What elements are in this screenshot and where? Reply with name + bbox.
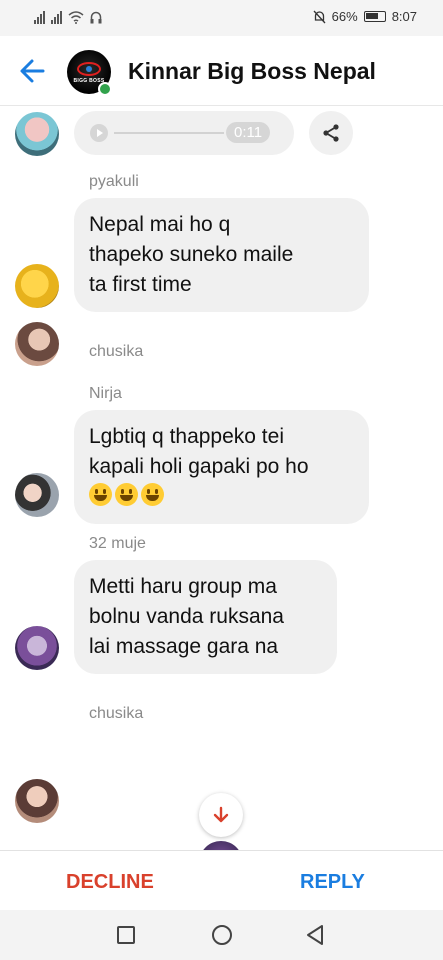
grinning-face-icon	[141, 483, 164, 506]
conversation-title[interactable]: Kinnar Big Boss Nepal	[128, 58, 376, 85]
message-bubble[interactable]: Nepal mai ho q thapeko suneko maile ta f…	[74, 198, 369, 312]
wifi-icon	[68, 11, 84, 24]
grinning-face-icon	[115, 483, 138, 506]
message-list[interactable]: 0:11 pyakuli Nepal mai ho q thapeko sune…	[0, 107, 443, 850]
typing-avatar	[199, 841, 243, 850]
back-triangle-icon[interactable]	[305, 924, 325, 946]
sender-avatar[interactable]	[15, 322, 59, 366]
conversation-header: BIGG BOSS Kinnar Big Boss Nepal	[0, 36, 443, 106]
scroll-to-bottom-button[interactable]	[199, 793, 243, 837]
sender-name: chusika	[89, 343, 144, 360]
message-bubble[interactable]: Lgbtiq q thappeko tei kapali holi gapaki…	[74, 410, 369, 524]
sender-name: pyakuli	[89, 173, 139, 190]
sender-name: chusika	[89, 705, 144, 722]
sender-name: Nirja	[89, 385, 122, 402]
status-bar: 66% 8:07	[0, 0, 443, 36]
decline-button[interactable]: DECLINE	[66, 871, 154, 894]
play-icon[interactable]	[90, 124, 108, 142]
emoji-row	[89, 482, 354, 512]
mute-bell-icon	[313, 10, 326, 23]
message-request-actions: DECLINE REPLY	[0, 850, 443, 910]
battery-icon	[363, 11, 386, 22]
sender-avatar[interactable]	[15, 626, 59, 670]
headphones-icon	[90, 11, 102, 24]
message-line: Nepal mai ho q	[89, 213, 231, 236]
message-line: kapali holi gapaki po ho	[89, 455, 309, 478]
sender-avatar[interactable]	[15, 473, 59, 517]
signal-icon-2	[51, 10, 62, 24]
message-line: Lgbtiq q thappeko tei	[89, 425, 284, 448]
message-line: Metti haru group ma	[89, 575, 277, 598]
audio-progress-track[interactable]	[114, 132, 224, 134]
share-button[interactable]	[309, 111, 353, 155]
arrow-down-icon	[213, 806, 229, 823]
message-line: lai massage gara na	[89, 635, 279, 658]
sender-avatar[interactable]	[15, 779, 59, 823]
online-status-indicator	[98, 82, 112, 96]
message-line: ta first time	[89, 273, 192, 296]
audio-duration: 0:11	[226, 122, 271, 143]
back-button[interactable]	[16, 54, 50, 88]
message-line: thapeko suneko maile	[89, 243, 294, 266]
message-bubble[interactable]: Metti haru group ma bolnu vanda ruksana …	[74, 560, 337, 674]
status-icons-right: 66% 8:07	[313, 9, 417, 24]
sender-name: 32 muje	[89, 535, 146, 552]
message-line: bolnu vanda ruksana	[89, 605, 284, 628]
sender-avatar[interactable]	[15, 112, 59, 156]
recents-button[interactable]	[117, 926, 135, 944]
home-button[interactable]	[212, 925, 232, 945]
clock: 8:07	[391, 9, 417, 24]
arrow-left-icon	[20, 59, 45, 83]
reply-button[interactable]: REPLY	[300, 871, 365, 894]
sender-avatar[interactable]	[15, 264, 59, 308]
eye-logo-icon	[77, 62, 101, 76]
system-nav-bar	[0, 910, 443, 960]
grinning-face-icon	[89, 483, 112, 506]
signal-icon	[34, 10, 45, 24]
share-icon	[323, 124, 339, 142]
audio-message[interactable]: 0:11	[74, 111, 294, 155]
status-icons-left	[34, 10, 102, 24]
battery-percent: 66%	[331, 9, 358, 24]
